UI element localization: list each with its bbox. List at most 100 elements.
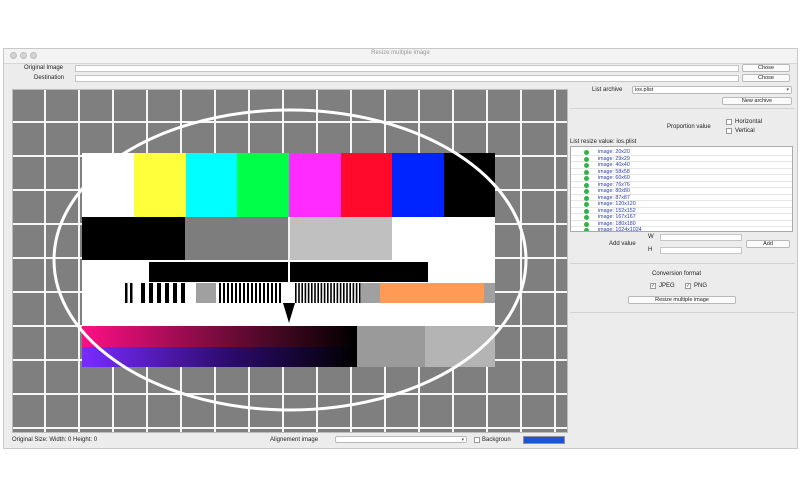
status-dot-icon: [584, 189, 589, 194]
list-item-label: image: 120x120: [598, 201, 636, 207]
grid-cell: [46, 429, 78, 432]
horizontal-label: Horizontal: [735, 119, 763, 125]
status-dot-icon: [584, 208, 589, 214]
height-input[interactable]: [660, 247, 742, 254]
grid-cell: [182, 123, 214, 155]
chose-destination-button[interactable]: Chose: [742, 74, 790, 82]
grid-cell: [80, 429, 112, 432]
resolution-stripe: [165, 283, 169, 303]
resolution-stripe: [157, 283, 161, 303]
list-archive-select[interactable]: ios.plist ▾: [632, 86, 792, 94]
list-item-label: image: 20x20: [598, 149, 630, 155]
grid-cell: [182, 90, 214, 121]
grid-cell: [13, 395, 44, 427]
resolution-stripe: [346, 283, 348, 303]
status-dot-icon: [584, 156, 589, 162]
color-bar-yellow: [134, 153, 186, 217]
list-item-label: image: 29x29: [598, 155, 630, 162]
resolution-stripe: [235, 283, 237, 303]
grid-cell: [420, 123, 452, 155]
grid-cell: [13, 225, 44, 257]
jpeg-label: JPEG: [659, 283, 675, 289]
grid-cell: [556, 90, 567, 121]
grid-cell: [13, 259, 44, 291]
original-size-text: Original Size: Width: 0 Height: 0: [12, 437, 98, 443]
gray-block-mid: [185, 217, 288, 260]
grid-cell: [556, 157, 567, 189]
grid-cell: [80, 90, 112, 121]
grid-cell: [284, 90, 316, 121]
resolution-stripe: [311, 283, 313, 303]
list-item[interactable]: image: 1024x1024: [571, 227, 792, 232]
grid-cell: [148, 395, 180, 427]
grid-cell: [386, 395, 418, 427]
gray-bar-2: [361, 283, 380, 303]
status-dot-icon: [584, 150, 589, 155]
vertical-checkbox[interactable]: [726, 128, 732, 134]
background-checkbox[interactable]: [474, 437, 480, 443]
color-bar-magenta: [289, 153, 341, 217]
list-archive-value: ios.plist: [635, 87, 654, 93]
background-label: Backgroun: [482, 437, 511, 443]
list-item-label: image: 87x87: [598, 194, 630, 201]
divider: [570, 263, 795, 264]
resize-value-list[interactable]: image: 20x20 image: 29x29 image: 40x40 imag…: [570, 146, 793, 232]
grid-cell: [284, 429, 316, 432]
resolution-stripe: [181, 283, 185, 303]
resolution-stripe: [231, 283, 233, 303]
conversion-format-label: Conversion format: [652, 271, 702, 277]
grid-cell: [556, 429, 567, 432]
grid-cell: [454, 90, 486, 121]
add-button[interactable]: Add: [746, 240, 790, 248]
grid-cell: [556, 395, 567, 427]
grid-cell: [13, 90, 44, 121]
list-item-label: image: 40x40: [598, 162, 630, 168]
status-dot-icon: [584, 176, 589, 181]
resolution-stripe: [339, 283, 342, 303]
new-archive-button[interactable]: New archive: [722, 97, 792, 105]
list-item-label: image: 58x58: [598, 168, 630, 175]
resolution-stripe: [359, 283, 361, 303]
grid-cell: [13, 157, 44, 189]
grid-cell: [522, 191, 554, 223]
grid-cell: [318, 395, 350, 427]
grid-cell: [250, 123, 282, 155]
resolution-stripe: [219, 283, 221, 303]
resolution-stripe: [227, 283, 229, 303]
status-dot-icon: [584, 169, 589, 175]
status-dot-icon: [584, 163, 589, 168]
background-color-swatch[interactable]: [523, 436, 565, 444]
grid-cell: [454, 429, 486, 432]
resolution-stripe: [263, 283, 265, 303]
status-dot-icon: [584, 195, 589, 201]
add-value-label: Add value: [609, 241, 636, 247]
width-input[interactable]: [660, 234, 742, 241]
list-item-label: image: 180x180: [598, 220, 636, 227]
color-bar-green: [237, 153, 289, 217]
horizontal-checkbox[interactable]: [726, 119, 732, 125]
divider: [570, 108, 795, 109]
grid-cell: [556, 123, 567, 155]
resolution-stripe: [333, 283, 335, 303]
grid-cell: [80, 123, 112, 155]
original-image-field[interactable]: [75, 65, 739, 72]
destination-field[interactable]: [75, 75, 739, 82]
color-bar-red: [341, 153, 392, 217]
black-strip-left: [149, 262, 288, 282]
resize-multiple-image-button[interactable]: Resize multiple image: [628, 296, 736, 304]
list-item-label: image: 1024x1024: [598, 227, 642, 232]
status-dot-icon: [584, 228, 589, 231]
vertical-label: Vertical: [735, 128, 755, 134]
alignment-image-select[interactable]: ▾: [335, 436, 467, 443]
grid-cell: [80, 395, 112, 427]
status-dot-icon: [584, 202, 589, 207]
grid-cell: [13, 191, 44, 223]
proportion-value-label: Proportion value: [667, 124, 711, 130]
jpeg-checkbox[interactable]: ✓: [650, 283, 656, 289]
color-bar-blue: [392, 153, 444, 217]
png-checkbox[interactable]: ✓: [685, 283, 691, 289]
image-preview: [12, 89, 568, 433]
grid-cell: [13, 429, 44, 432]
chose-original-button[interactable]: Chose: [742, 64, 790, 72]
black-strip-right: [290, 262, 428, 282]
